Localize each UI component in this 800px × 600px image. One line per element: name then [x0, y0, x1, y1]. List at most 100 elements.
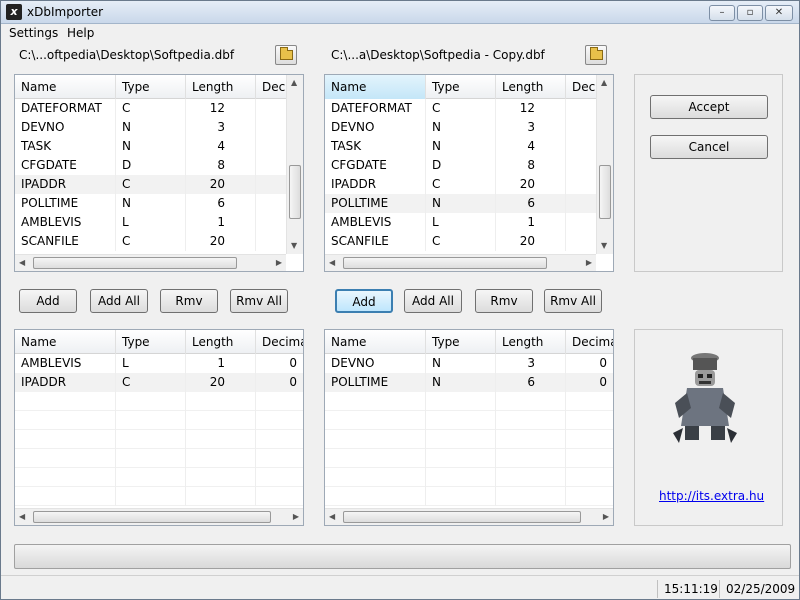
right-add-button[interactable]: Add	[335, 289, 393, 313]
table-row[interactable]: POLLTIME N 6	[325, 194, 613, 213]
menu-help[interactable]: Help	[67, 26, 94, 40]
column-header[interactable]: Type	[116, 330, 186, 354]
open-folder-icon[interactable]	[275, 45, 297, 65]
scroll-left-icon[interactable]: ◀	[329, 512, 335, 522]
left-add-button[interactable]: Add	[19, 289, 77, 313]
scroll-right-icon[interactable]: ▶	[293, 512, 299, 522]
column-header[interactable]: Decima	[566, 330, 613, 354]
table-row[interactable]: IPADDR C 20 0	[15, 373, 303, 392]
column-header[interactable]: Decima	[256, 330, 303, 354]
left-file-path: C:\...oftpedia\Desktop\Softpedia.dbf	[19, 48, 235, 62]
empty-row	[15, 430, 303, 449]
left-add-all-button[interactable]: Add All	[90, 289, 148, 313]
table-row[interactable]: DATEFORMAT C 12	[15, 99, 303, 118]
column-header[interactable]: Type	[426, 75, 496, 99]
column-header[interactable]: Name	[325, 330, 426, 354]
column-header[interactable]: Name	[15, 75, 116, 99]
table-row[interactable]: CFGDATE D 8	[15, 156, 303, 175]
scroll-thumb[interactable]	[599, 165, 611, 219]
horizontal-scrollbar[interactable]: ◀ ▶	[325, 254, 596, 271]
menu-settings[interactable]: Settings	[9, 26, 58, 40]
scroll-right-icon[interactable]: ▶	[603, 512, 609, 522]
right-rmv-all-button[interactable]: Rmv All	[544, 289, 602, 313]
table-cell	[15, 411, 116, 430]
column-header[interactable]: Type	[116, 75, 186, 99]
table-row[interactable]: TASK N 4	[15, 137, 303, 156]
empty-row	[15, 411, 303, 430]
vertical-scrollbar[interactable]: ▲ ▼	[596, 75, 613, 254]
website-link[interactable]: http://its.extra.hu	[659, 489, 764, 503]
accept-button[interactable]: Accept	[650, 95, 768, 119]
column-header[interactable]: Name	[15, 330, 116, 354]
column-header[interactable]: Length	[496, 75, 566, 99]
scroll-thumb[interactable]	[33, 511, 271, 523]
scroll-down-icon[interactable]: ▼	[291, 241, 297, 251]
table-cell: D	[116, 156, 186, 175]
table-row[interactable]: DATEFORMAT C 12	[325, 99, 613, 118]
table-row[interactable]: POLLTIME N 6 0	[325, 373, 613, 392]
table-row[interactable]: POLLTIME N 6	[15, 194, 303, 213]
menu-bar: Settings Help	[1, 24, 799, 42]
table-cell: 20	[496, 175, 566, 194]
table-cell	[496, 430, 566, 449]
scroll-left-icon[interactable]: ◀	[19, 512, 25, 522]
table-cell	[566, 487, 613, 506]
table-row[interactable]: IPADDR C 20	[325, 175, 613, 194]
scroll-up-icon[interactable]: ▲	[291, 78, 297, 88]
column-header[interactable]: Name	[325, 75, 426, 99]
mascot-logo-icon	[673, 353, 737, 443]
table-cell: 0	[566, 354, 613, 373]
right-add-all-button[interactable]: Add All	[404, 289, 462, 313]
table-row[interactable]: SCANFILE C 20	[15, 232, 303, 251]
scroll-right-icon[interactable]: ▶	[586, 258, 592, 268]
column-header[interactable]: Length	[186, 75, 256, 99]
table-row[interactable]: CFGDATE D 8	[325, 156, 613, 175]
table-row[interactable]: IPADDR C 20	[15, 175, 303, 194]
table-cell: CFGDATE	[15, 156, 116, 175]
table-row[interactable]: TASK N 4	[325, 137, 613, 156]
horizontal-scrollbar[interactable]: ◀ ▶	[15, 254, 286, 271]
table-cell	[566, 411, 613, 430]
cancel-button[interactable]: Cancel	[650, 135, 768, 159]
target-selected-grid[interactable]: Name Type Length Decima DEVNO N 3 0 POLLTIME N 6 0 ◀…	[324, 329, 614, 526]
scroll-thumb[interactable]	[343, 257, 547, 269]
table-row[interactable]: DEVNO N 3 0	[325, 354, 613, 373]
column-header[interactable]: Type	[426, 330, 496, 354]
table-cell: TASK	[15, 137, 116, 156]
column-header[interactable]: Length	[496, 330, 566, 354]
table-row[interactable]: DEVNO N 3	[15, 118, 303, 137]
left-rmv-all-button[interactable]: Rmv All	[230, 289, 288, 313]
table-cell: C	[426, 99, 496, 118]
scroll-thumb[interactable]	[289, 165, 301, 219]
vertical-scrollbar[interactable]: ▲ ▼	[286, 75, 303, 254]
maximize-icon[interactable]: ▫	[737, 5, 763, 21]
scroll-thumb[interactable]	[343, 511, 581, 523]
table-row[interactable]: AMBLEVIS L 1	[15, 213, 303, 232]
table-cell: C	[116, 232, 186, 251]
horizontal-scrollbar[interactable]: ◀ ▶	[325, 508, 613, 525]
scroll-down-icon[interactable]: ▼	[601, 241, 607, 251]
minimize-icon[interactable]: –	[709, 5, 735, 21]
table-row[interactable]: AMBLEVIS L 1	[325, 213, 613, 232]
table-cell	[116, 392, 186, 411]
right-rmv-button[interactable]: Rmv	[475, 289, 533, 313]
left-rmv-button[interactable]: Rmv	[160, 289, 218, 313]
target-fields-grid[interactable]: Name Type Length Dec DATEFORMAT C 12 DEVNO N 3 TAS…	[324, 74, 614, 272]
horizontal-scrollbar[interactable]: ◀ ▶	[15, 508, 303, 525]
table-cell	[256, 392, 303, 411]
column-header[interactable]: Length	[186, 330, 256, 354]
source-selected-grid[interactable]: Name Type Length Decima AMBLEVIS L 1 0 IPADDR C 20…	[14, 329, 304, 526]
close-icon[interactable]: ✕	[765, 5, 793, 21]
scroll-thumb[interactable]	[33, 257, 237, 269]
scroll-left-icon[interactable]: ◀	[329, 258, 335, 268]
open-folder-icon[interactable]	[585, 45, 607, 65]
table-row[interactable]: AMBLEVIS L 1 0	[15, 354, 303, 373]
scroll-up-icon[interactable]: ▲	[601, 78, 607, 88]
table-row[interactable]: DEVNO N 3	[325, 118, 613, 137]
scroll-right-icon[interactable]: ▶	[276, 258, 282, 268]
scroll-left-icon[interactable]: ◀	[19, 258, 25, 268]
source-fields-grid[interactable]: Name Type Length Dec DATEFORMAT C 12 DEVNO N 3 TAS…	[14, 74, 304, 272]
table-cell	[496, 487, 566, 506]
table-cell: 6	[186, 194, 256, 213]
table-row[interactable]: SCANFILE C 20	[325, 232, 613, 251]
